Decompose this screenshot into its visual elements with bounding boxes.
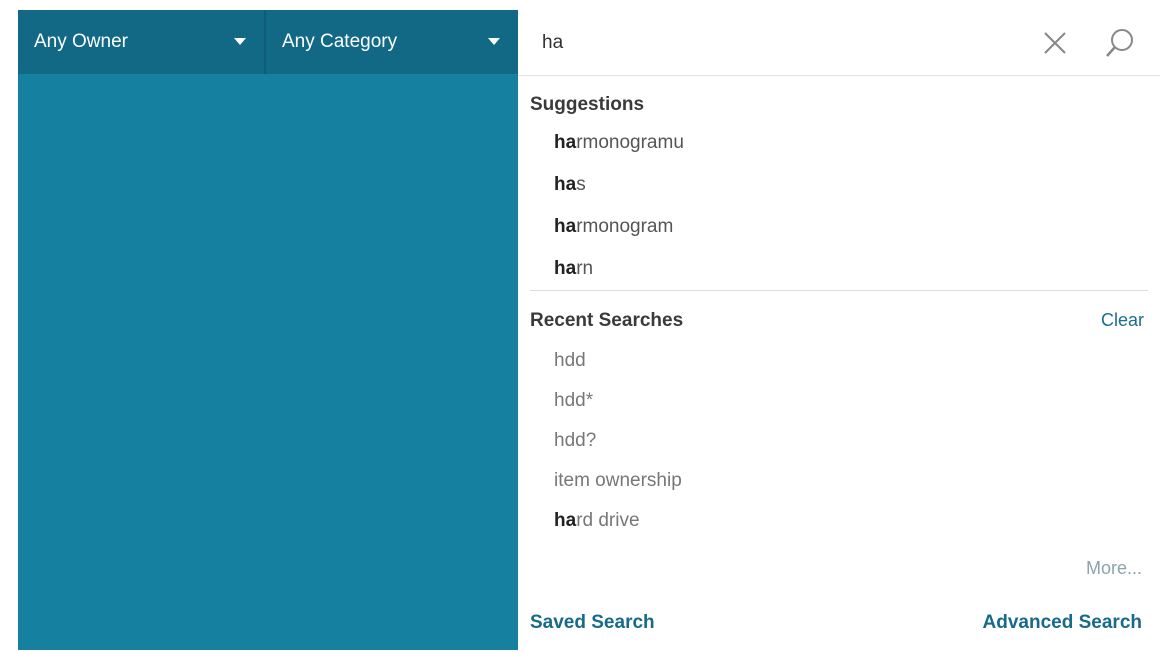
search-input[interactable]: [542, 28, 1022, 58]
clear-recent-link[interactable]: Clear: [1101, 310, 1144, 331]
suggestions-heading: Suggestions: [530, 94, 645, 115]
search-panel: Suggestions harmonogramu has harmonogram…: [518, 10, 1160, 652]
suggestion-item[interactable]: harmonogram: [554, 216, 673, 238]
recent-search-item[interactable]: hdd*: [554, 390, 593, 412]
owner-filter-label: Any Owner: [34, 31, 128, 52]
search-icon[interactable]: [1103, 26, 1137, 60]
recent-search-item[interactable]: hdd: [554, 350, 586, 372]
close-icon[interactable]: [1040, 28, 1070, 58]
recent-search-item[interactable]: hdd?: [554, 430, 596, 452]
section-divider: [530, 290, 1148, 291]
saved-search-link[interactable]: Saved Search: [530, 612, 655, 634]
owner-filter-dropdown[interactable]: Any Owner: [18, 10, 266, 74]
advanced-search-link[interactable]: Advanced Search: [983, 612, 1142, 634]
search-box: [518, 10, 1160, 76]
filter-bar: Any Owner Any Category: [18, 10, 518, 74]
category-filter-dropdown[interactable]: Any Category: [266, 10, 518, 74]
suggestion-item[interactable]: harmonogramu: [554, 132, 684, 154]
recent-search-item[interactable]: hard drive: [554, 510, 640, 532]
caret-down-icon: [234, 38, 246, 45]
caret-down-icon: [488, 38, 500, 45]
recent-search-item[interactable]: item ownership: [554, 470, 682, 492]
more-link[interactable]: More...: [1086, 558, 1142, 579]
category-filter-label: Any Category: [282, 31, 398, 52]
suggestion-item[interactable]: harn: [554, 258, 593, 280]
suggestion-item[interactable]: has: [554, 174, 586, 196]
recent-searches-heading: Recent Searches: [530, 310, 684, 331]
